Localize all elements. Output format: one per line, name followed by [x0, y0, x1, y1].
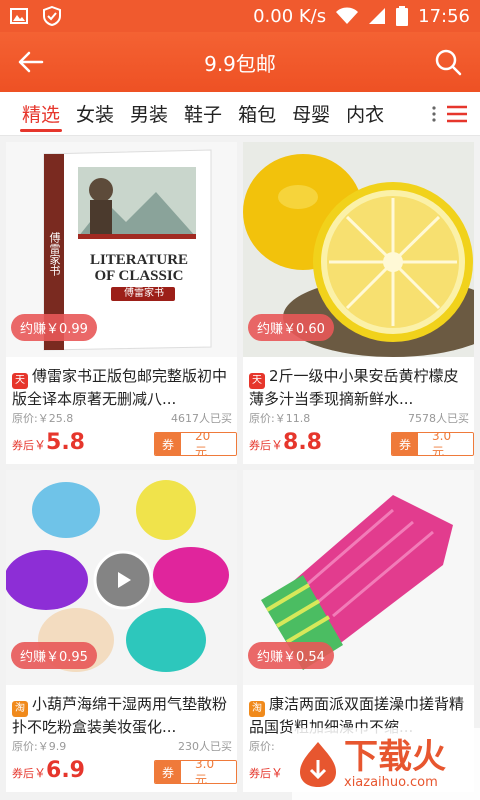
- original-price: 原价:: [249, 740, 275, 753]
- sold-count: 7578人已买: [408, 412, 469, 425]
- commission-badge: 约赚￥0.60: [248, 314, 334, 341]
- clock: 17:56: [418, 5, 470, 27]
- tab-shoes[interactable]: 鞋子: [176, 92, 230, 136]
- tab-baby[interactable]: 母婴: [284, 92, 338, 136]
- original-price: 原价:￥25.8: [12, 412, 74, 425]
- play-video-icon[interactable]: [110, 567, 136, 593]
- more-dots-icon: [432, 105, 436, 122]
- commission-badge: 约赚￥0.99: [11, 314, 97, 341]
- product-card[interactable]: 约赚￥0.95 淘小葫芦海绵干湿两用气垫散粉扑不吃粉盒装美妆蛋化... 原价:￥…: [6, 470, 237, 792]
- status-bar: 0.00 K/s 17:56: [0, 0, 480, 32]
- product-card[interactable]: LITERATURE OF CLASSIC 傅雷家书 傅雷家书 约赚￥0.99 …: [6, 142, 237, 464]
- shield-notification-icon: [43, 6, 61, 26]
- commission-badge: 约赚￥0.54: [248, 642, 334, 669]
- page-title: 9.9包邮: [204, 51, 276, 76]
- product-grid: LITERATURE OF CLASSIC 傅雷家书 傅雷家书 约赚￥0.99 …: [6, 142, 474, 792]
- commission-badge: 约赚￥0.95: [11, 642, 97, 669]
- product-meta: 原价:￥25.8 4617人已买: [12, 410, 232, 426]
- watermark-url: xiazaihuo.com: [344, 774, 438, 790]
- coupon-price: 券后￥: [249, 766, 284, 780]
- sold-count: 4617人已买: [171, 412, 232, 425]
- original-price: 原价:￥11.8: [249, 412, 311, 425]
- coupon-price: 券后￥6.9: [12, 758, 85, 783]
- coupon-tag[interactable]: 券 20元: [154, 432, 237, 456]
- tmall-icon: 天: [12, 372, 28, 389]
- tmall-icon: 天: [249, 372, 265, 389]
- tab-mens[interactable]: 男装: [122, 92, 176, 136]
- category-tabs: 精选 女装 男装 鞋子 箱包 母婴 内衣: [0, 92, 480, 136]
- coupon-tag[interactable]: 券 3.0元: [154, 760, 237, 784]
- signal-icon: [369, 8, 386, 24]
- coupon-price: 券后￥5.8: [12, 430, 85, 455]
- product-title: 天傅雷家书正版包邮完整版初中版全译本原著无删减八...: [12, 367, 228, 408]
- search-icon[interactable]: [434, 48, 462, 76]
- gallery-icon: [10, 8, 28, 24]
- product-meta: 原价:￥11.8 7578人已买: [249, 410, 469, 426]
- back-arrow-icon[interactable]: [16, 48, 44, 76]
- category-menu-icon[interactable]: [446, 105, 468, 123]
- watermark-brand: 下载火: [344, 736, 446, 777]
- sold-count: 230人已买: [178, 740, 232, 753]
- app-bar: 9.9包邮: [0, 32, 480, 92]
- book-series-text: LITERATURE OF CLASSIC: [89, 252, 189, 284]
- product-title: 天 2斤一级中小果安岳黄柠檬皮薄多汁当季现摘新鲜水...: [249, 367, 459, 408]
- tab-featured[interactable]: 精选: [14, 92, 68, 136]
- product-card[interactable]: 约赚￥0.60 天 2斤一级中小果安岳黄柠檬皮薄多汁当季现摘新鲜水... 原价:￥…: [243, 142, 474, 464]
- taobao-icon: 淘: [249, 700, 265, 717]
- product-title: 淘小葫芦海绵干湿两用气垫散粉扑不吃粉盒装美妆蛋化...: [12, 695, 228, 736]
- wifi-icon: [336, 7, 359, 24]
- network-speed: 0.00 K/s: [253, 5, 327, 27]
- tab-womens[interactable]: 女装: [68, 92, 122, 136]
- original-price: 原价:￥9.9: [12, 740, 67, 753]
- tab-bags[interactable]: 箱包: [230, 92, 284, 136]
- product-meta: 原价:￥9.9 230人已买: [12, 738, 232, 754]
- tab-underwear[interactable]: 内衣: [338, 92, 392, 136]
- taobao-icon: 淘: [12, 700, 28, 717]
- coupon-price: 券后￥8.8: [249, 430, 322, 455]
- book-cover-title: 傅雷家书: [124, 288, 164, 299]
- coupon-tag[interactable]: 券 3.0元: [391, 432, 474, 456]
- battery-icon: [396, 6, 409, 26]
- watermark: 下载火 xiazaihuo.com: [292, 728, 480, 800]
- book-spine-title: 傅雷家书: [48, 232, 61, 276]
- watermark-logo-icon: [300, 742, 336, 787]
